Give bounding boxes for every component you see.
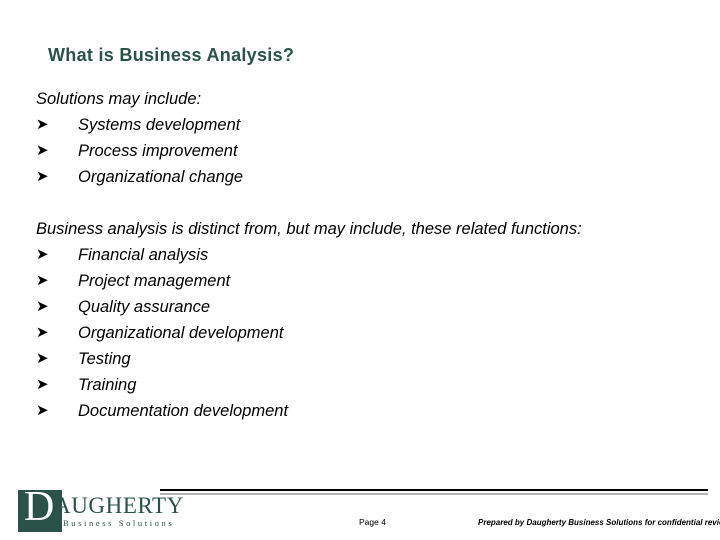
arrow-bullet-icon: ➤ — [36, 402, 49, 419]
confidentiality-notice: Prepared by Daugherty Business Solutions… — [478, 518, 720, 527]
footer-divider — [160, 489, 708, 491]
list-item: ➤ Organizational change — [36, 164, 676, 190]
list-item-label: Documentation development — [78, 402, 289, 420]
arrow-bullet-icon: ➤ — [36, 142, 49, 159]
list-item-label: Organizational change — [78, 168, 244, 186]
list-item-label: Systems development — [78, 116, 241, 134]
logo-tagline: Business Solutions — [63, 518, 175, 528]
list-item-label: Quality assurance — [78, 298, 211, 316]
arrow-bullet-icon: ➤ — [36, 350, 49, 367]
list-item: ➤ Training — [36, 372, 676, 398]
logo-wordmark: AUGHERTY — [54, 493, 184, 518]
content-block-solutions: Solutions may include: ➤ Systems develop… — [36, 86, 676, 190]
daugherty-logo: D AUGHERTY Business Solutions — [16, 484, 183, 535]
logo-monogram: D — [24, 484, 55, 530]
arrow-bullet-icon: ➤ — [36, 168, 49, 185]
list-item-label: Project management — [78, 272, 231, 290]
list-item: ➤ Financial analysis — [36, 242, 676, 268]
slide-body: Solutions may include: ➤ Systems develop… — [36, 86, 676, 424]
list-item-label: Organizational development — [78, 324, 284, 342]
list-item-label: Training — [78, 376, 137, 394]
slide-canvas: What is Business Analysis? Solutions may… — [0, 0, 720, 540]
arrow-bullet-icon: ➤ — [36, 324, 49, 341]
arrow-bullet-icon: ➤ — [36, 116, 49, 133]
arrow-bullet-icon: ➤ — [36, 272, 49, 289]
arrow-bullet-icon: ➤ — [36, 376, 49, 393]
arrow-bullet-icon: ➤ — [36, 298, 49, 315]
list-item: ➤ Quality assurance — [36, 294, 676, 320]
page-number: Page 4 — [359, 517, 386, 527]
footer-divider-shadow — [160, 493, 708, 495]
block-lead-text: Solutions may include: — [36, 90, 202, 108]
list-item: ➤ Testing — [36, 346, 676, 372]
list-item-label: Process improvement — [78, 142, 238, 160]
list-item: ➤ Documentation development — [36, 398, 676, 424]
arrow-bullet-icon: ➤ — [36, 246, 49, 263]
bullet-list-solutions: ➤ Systems development ➤ Process improvem… — [36, 112, 676, 190]
content-block-related-functions: Business analysis is distinct from, but … — [36, 216, 676, 424]
page-title: What is Business Analysis? — [48, 45, 295, 65]
list-item: ➤ Organizational development — [36, 320, 676, 346]
list-item: ➤ Systems development — [36, 112, 676, 138]
bullet-list-related-functions: ➤ Financial analysis ➤ Project managemen… — [36, 242, 676, 424]
list-item-label: Financial analysis — [78, 246, 209, 264]
list-item: ➤ Process improvement — [36, 138, 676, 164]
list-item-label: Testing — [78, 350, 131, 368]
list-item: ➤ Project management — [36, 268, 676, 294]
block-lead-text: Business analysis is distinct from, but … — [36, 220, 582, 238]
